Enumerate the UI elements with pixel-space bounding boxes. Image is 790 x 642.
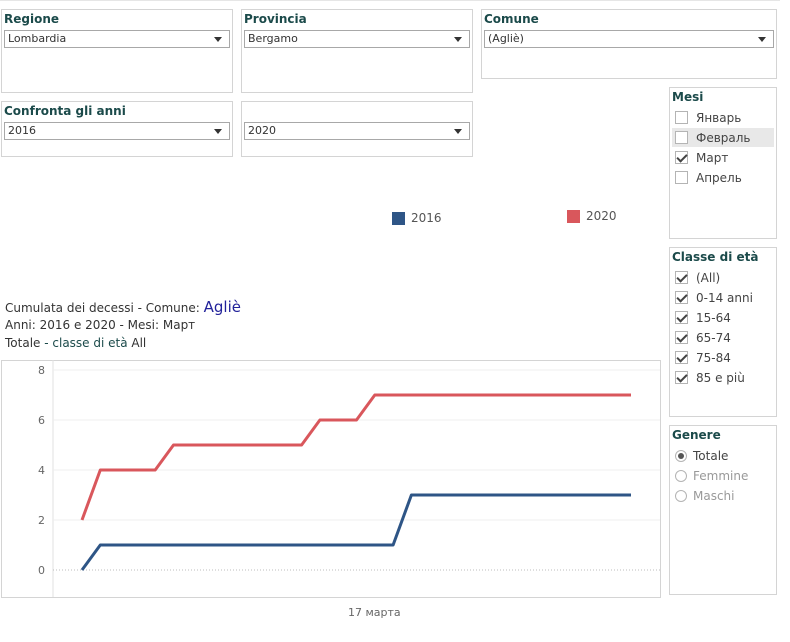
top-divider: [0, 0, 780, 1]
genere-filter-panel: Genere Totale Femmine Maschi: [669, 425, 777, 595]
mesi-option-march[interactable]: Март: [672, 148, 774, 167]
comune-dropdown-value: (Agliè): [488, 32, 524, 45]
x-axis-label: 17 марта: [348, 606, 401, 619]
checkbox-icon: [675, 171, 688, 184]
chevron-down-icon: [454, 129, 462, 134]
classe-option-0-14[interactable]: 0-14 anni: [672, 288, 753, 307]
classe-option-85-plus[interactable]: 85 e più: [672, 368, 745, 387]
checkbox-icon: [675, 111, 688, 124]
legend-item-2020[interactable]: 2020: [567, 209, 617, 223]
classe-option-65-74[interactable]: 65-74: [672, 328, 731, 347]
comune-dropdown[interactable]: (Agliè): [484, 30, 774, 48]
legend-swatch: [392, 211, 405, 225]
genere-option-totale[interactable]: Totale: [672, 446, 728, 465]
provincia-dropdown[interactable]: Bergamo: [244, 30, 470, 48]
mesi-option-label: Март: [696, 150, 729, 165]
chart-title-sep: - Mesi:: [115, 318, 163, 332]
genere-option-label: Totale: [693, 448, 729, 463]
checkbox-checked-icon: [675, 291, 688, 304]
provincia-filter-title: Provincia: [244, 12, 307, 26]
chart-title-anni: 2016 e 2020: [39, 318, 116, 332]
classe-eta-filter-panel: Classe di età (All) 0-14 anni 15-64 65-7…: [669, 247, 777, 417]
anno2-dropdown[interactable]: 2020: [244, 122, 470, 140]
classe-option-label: 75-84: [696, 350, 731, 365]
classe-option-label: 0-14 anni: [696, 290, 753, 305]
chart-title-prefix: Cumulata dei decessi - Comune:: [5, 301, 204, 315]
classe-option-15-64[interactable]: 15-64: [672, 308, 731, 327]
anno2-dropdown-value: 2020: [248, 124, 276, 137]
checkbox-checked-icon: [675, 331, 688, 344]
mesi-option-january[interactable]: Январь: [672, 108, 774, 127]
checkbox-checked-icon: [675, 371, 688, 384]
classe-option-label: (All): [696, 270, 721, 285]
chevron-down-icon: [214, 129, 222, 134]
classe-option-label: 15-64: [696, 310, 731, 325]
classe-option-all[interactable]: (All): [672, 268, 720, 287]
chart-title-line1: Cumulata dei decessi - Comune: Agliè: [5, 298, 241, 316]
mesi-option-february[interactable]: Февраль: [672, 128, 774, 147]
genere-filter-title: Genere: [672, 428, 721, 442]
confronta-anni-panel: Confronta gli anni 2016: [1, 101, 233, 157]
checkbox-checked-icon: [675, 151, 688, 164]
mesi-option-label: Январь: [696, 110, 742, 125]
chart-title-totale: Totale: [5, 336, 41, 350]
chart-title-classe-value: All: [131, 336, 147, 350]
comune-filter-panel: Comune (Agliè): [481, 9, 777, 79]
chart-title-mese: Март: [162, 318, 196, 332]
chart-title-anni-prefix: Anni:: [5, 318, 40, 332]
classe-option-75-84[interactable]: 75-84: [672, 348, 731, 367]
checkbox-checked-icon: [675, 271, 688, 284]
regione-filter-panel: Regione Lombardia: [1, 9, 233, 93]
genere-option-label: Femmine: [693, 468, 749, 483]
mesi-option-label: Февраль: [696, 130, 751, 145]
classe-eta-filter-title: Classe di età: [672, 250, 759, 264]
genere-option-femmine[interactable]: Femmine: [672, 466, 748, 485]
mesi-filter-panel: Mesi Январь Февраль Март Апрель: [669, 87, 777, 239]
checkbox-checked-icon: [675, 311, 688, 324]
provincia-dropdown-value: Bergamo: [248, 32, 298, 45]
checkbox-checked-icon: [675, 351, 688, 364]
genere-option-maschi[interactable]: Maschi: [672, 486, 735, 505]
mesi-filter-title: Mesi: [672, 90, 704, 104]
confronta-anni-title: Confronta gli anni: [4, 104, 126, 118]
classe-option-label: 85 e più: [696, 370, 745, 385]
legend-label: 2020: [586, 209, 617, 223]
comune-filter-title: Comune: [484, 12, 539, 26]
genere-option-label: Maschi: [693, 488, 735, 503]
checkbox-icon: [675, 131, 688, 144]
chart-title-comune: Agliè: [203, 298, 241, 316]
chevron-down-icon: [758, 37, 766, 42]
provincia-filter-panel: Provincia Bergamo: [241, 9, 473, 93]
anno1-dropdown-value: 2016: [8, 124, 36, 137]
radio-checked-icon: [675, 449, 687, 462]
regione-dropdown-value: Lombardia: [8, 32, 67, 45]
regione-filter-title: Regione: [4, 12, 60, 26]
chevron-down-icon: [454, 37, 462, 42]
legend-label: 2016: [411, 211, 442, 225]
mesi-option-label: Апрель: [696, 170, 742, 185]
anno2-panel: 2020: [241, 101, 473, 157]
radio-icon: [675, 489, 687, 502]
classe-option-label: 65-74: [696, 330, 731, 345]
legend-swatch: [567, 209, 580, 223]
chart-title-classe: - classe di età: [40, 336, 132, 350]
mesi-option-april[interactable]: Апрель: [672, 168, 774, 187]
anno1-dropdown[interactable]: 2016: [4, 122, 230, 140]
chevron-down-icon: [214, 37, 222, 42]
radio-icon: [675, 469, 687, 482]
line-chart-frame: [1, 360, 661, 598]
regione-dropdown[interactable]: Lombardia: [4, 30, 230, 48]
legend-item-2016[interactable]: 2016: [392, 211, 442, 225]
chart-title-line3: Totale - classe di età All: [5, 336, 146, 350]
chart-title-line2: Anni: 2016 e 2020 - Mesi: Март: [5, 318, 195, 332]
